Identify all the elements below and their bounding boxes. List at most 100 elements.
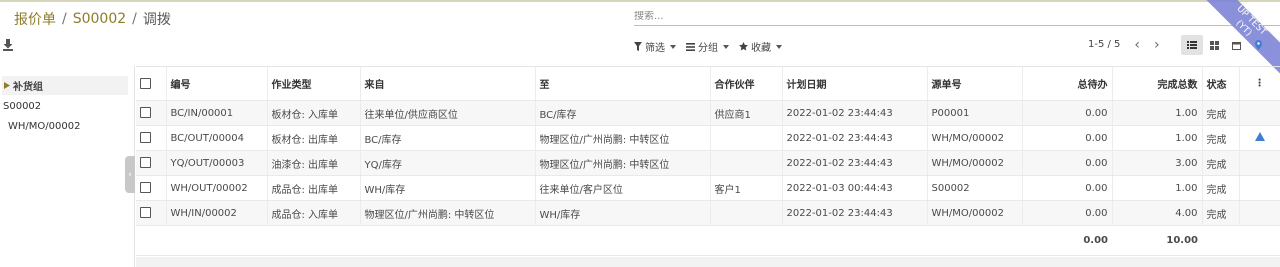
breadcrumb-separator: / (62, 11, 67, 27)
chevron-left-icon: ‹ (128, 169, 132, 180)
transfers-table: 编号 作业类型 来自 至 合作伙伴 计划日期 源单号 总待办 完成总数 状态 ⋮… (136, 66, 1280, 267)
panel-item-mo[interactable]: WH/MO/00002 (8, 121, 80, 132)
cell-done: 4.00 (1112, 200, 1203, 226)
row-checkbox[interactable] (140, 107, 151, 119)
column-header[interactable]: 源单号 (927, 66, 1023, 101)
chevron-down-icon (776, 44, 782, 49)
cell-activity (1239, 150, 1280, 176)
row-checkbox[interactable] (140, 182, 151, 194)
chevron-right-icon[interactable]: › (1154, 38, 1160, 52)
group-by-button[interactable]: 分组 (686, 39, 729, 54)
cell-partner: 供应商1 (710, 100, 783, 126)
cell-source-document: P00001 (927, 100, 1023, 126)
table-row[interactable]: WH/IN/00002 成品仓: 入库单 物理区位/广州尚鹏: 中转区位 WH/… (136, 200, 1280, 226)
cell-operation-type: 成品仓: 入库单 (267, 200, 361, 226)
total-done: 10.00 (1112, 225, 1202, 256)
row-select-cell[interactable] (136, 100, 167, 126)
cell-source: BC/库存 (360, 125, 536, 151)
panel-header[interactable]: 补货组 (2, 76, 128, 95)
table-row[interactable]: BC/OUT/00004 板材仓: 出库单 BC/库存 物理区位/广州尚鹏: 中… (136, 125, 1280, 151)
row-select-cell[interactable] (136, 150, 167, 176)
row-checkbox[interactable] (140, 132, 151, 144)
row-select-cell[interactable] (136, 125, 167, 151)
map-view-button[interactable] (1247, 35, 1269, 55)
list-view-button[interactable] (1181, 35, 1203, 55)
select-all-cell[interactable] (136, 66, 167, 101)
cell-done: 3.00 (1112, 150, 1203, 176)
column-header[interactable]: 完成总数 (1112, 66, 1203, 101)
pager-value[interactable]: 1-5 / 5 (1088, 39, 1120, 50)
calendar-icon (1231, 41, 1241, 50)
cell-source: WH/库存 (360, 175, 536, 201)
table-row[interactable]: YQ/OUT/00003 油漆仓: 出库单 YQ/库存 物理区位/广州尚鹏: 中… (136, 150, 1280, 176)
row-select-cell[interactable] (136, 175, 167, 201)
column-header[interactable]: 合作伙伴 (710, 66, 783, 101)
chevron-down-icon (723, 44, 729, 49)
cell-status: 完成 (1202, 200, 1240, 226)
cell-destination: BC/库存 (535, 100, 711, 126)
favorites-button[interactable]: 收藏 (739, 39, 782, 54)
filter-button[interactable]: 筛选 (634, 39, 676, 54)
column-header[interactable]: 状态 (1202, 66, 1240, 101)
group-by-label: 分组 (698, 43, 718, 54)
cell-done: 1.00 (1112, 100, 1203, 126)
search-panel: 补货组 S00002 WH/MO/00002 ‹ (0, 66, 135, 267)
cell-status: 完成 (1202, 175, 1240, 201)
cell-destination: 物理区位/广州尚鹏: 中转区位 (535, 150, 711, 176)
cell-partner: 客户1 (710, 175, 783, 201)
row-checkbox[interactable] (140, 207, 151, 219)
cell-status: 完成 (1202, 100, 1240, 126)
breadcrumb-quotation[interactable]: 报价单 (14, 9, 56, 29)
kanban-view-button[interactable] (1203, 35, 1225, 55)
cell-destination: 往来单位/客户区位 (535, 175, 711, 201)
cell-activity (1239, 175, 1280, 201)
filter-label: 筛选 (645, 43, 665, 54)
cell-todo: 0.00 (1022, 100, 1113, 126)
cell-scheduled-date: 2022-01-03 00:44:43 (782, 175, 928, 201)
cell-operation-type: 油漆仓: 出库单 (267, 150, 361, 176)
map-marker-icon (1254, 40, 1262, 50)
cell-partner (710, 200, 783, 226)
warning-icon[interactable] (1254, 132, 1265, 141)
breadcrumb-separator: / (132, 11, 137, 27)
column-header[interactable]: 作业类型 (267, 66, 361, 101)
total-todo: 0.00 (1022, 225, 1112, 256)
search-input[interactable] (634, 11, 1280, 22)
table-row[interactable]: BC/IN/00001 板材仓: 入库单 往来单位/供应商区位 BC/库存 供应… (136, 100, 1280, 126)
column-header[interactable]: 总待办 (1022, 66, 1113, 101)
breadcrumb-order[interactable]: S00002 (73, 11, 126, 27)
cell-todo: 0.00 (1022, 150, 1113, 176)
star-icon (739, 42, 748, 51)
cell-partner (710, 125, 783, 151)
cell-todo: 0.00 (1022, 125, 1113, 151)
cell-partner (710, 150, 783, 176)
cell-source: YQ/库存 (360, 150, 536, 176)
chevron-left-icon[interactable]: ‹ (1134, 38, 1140, 52)
calendar-view-button[interactable] (1225, 35, 1247, 55)
collapse-panel-button[interactable]: ‹ (125, 156, 135, 193)
kebab-menu-icon[interactable]: ⋮ (1255, 78, 1265, 89)
download-icon[interactable] (3, 39, 13, 51)
row-select-cell[interactable] (136, 200, 167, 226)
cell-source-document: S00002 (927, 175, 1023, 201)
cell-scheduled-date: 2022-01-02 23:44:43 (782, 125, 928, 151)
cell-todo: 0.00 (1022, 200, 1113, 226)
optional-columns-cell[interactable]: ⋮ (1239, 66, 1280, 101)
cell-operation-type: 板材仓: 出库单 (267, 125, 361, 151)
column-header[interactable]: 至 (535, 66, 711, 101)
cell-scheduled-date: 2022-01-02 23:44:43 (782, 150, 928, 176)
column-header[interactable]: 来自 (360, 66, 536, 101)
pager: 1-5 / 5 ‹ › (1088, 38, 1160, 52)
cell-status: 完成 (1202, 125, 1240, 151)
column-header[interactable]: 编号 (166, 66, 268, 101)
cell-source: 物理区位/广州尚鹏: 中转区位 (360, 200, 536, 226)
row-checkbox[interactable] (140, 157, 151, 169)
table-header-row: 编号 作业类型 来自 至 合作伙伴 计划日期 源单号 总待办 完成总数 状态 ⋮ (136, 66, 1280, 101)
panel-item-order[interactable]: S00002 (3, 101, 41, 112)
grid-icon (1209, 40, 1219, 50)
table-row[interactable]: WH/OUT/00002 成品仓: 出库单 WH/库存 往来单位/客户区位 客户… (136, 175, 1280, 201)
cell-reference: BC/OUT/00004 (166, 125, 268, 151)
select-all-checkbox[interactable] (140, 77, 151, 89)
cell-source-document: WH/MO/00002 (927, 125, 1023, 151)
column-header[interactable]: 计划日期 (782, 66, 928, 101)
